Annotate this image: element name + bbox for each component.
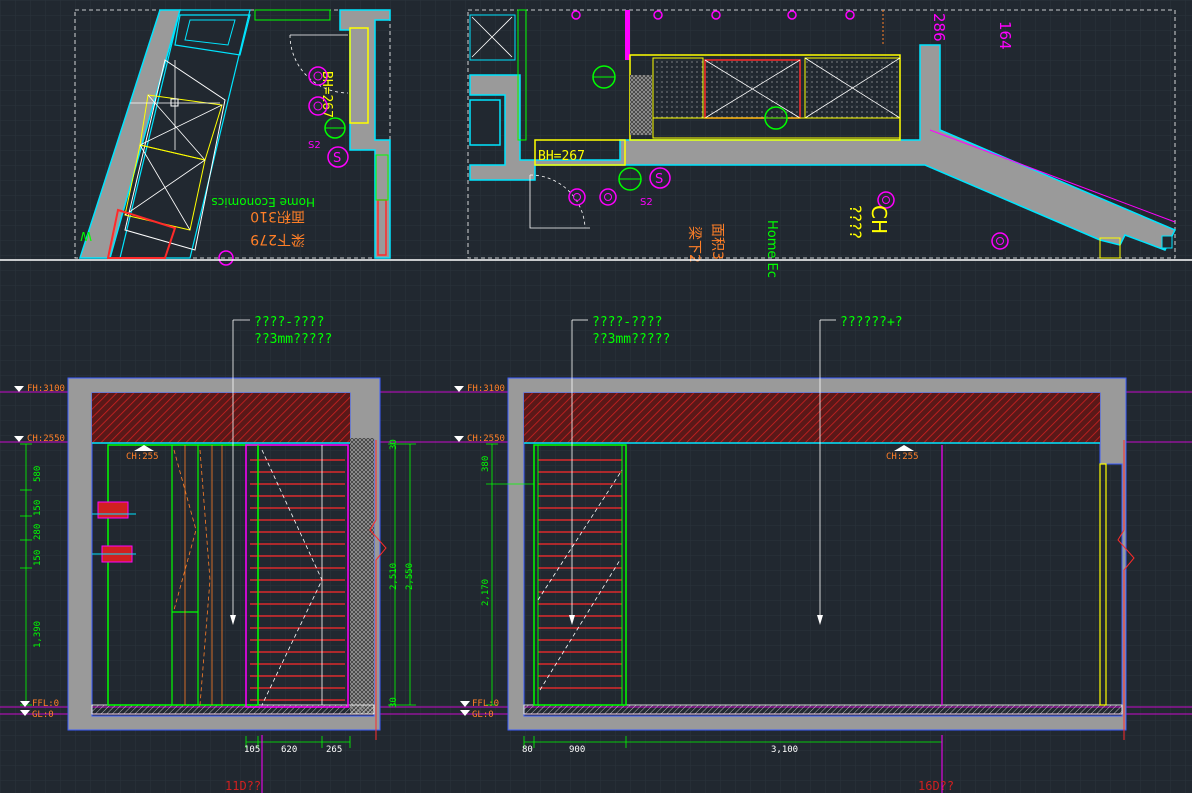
svg-text:380: 380 xyxy=(481,456,491,472)
svg-text:????-????: ????-???? xyxy=(254,315,324,330)
svg-text:2,170: 2,170 xyxy=(481,579,491,606)
svg-text:900: 900 xyxy=(569,745,585,755)
svg-text:????-????: ????-???? xyxy=(592,315,662,330)
svg-text:????: ???? xyxy=(846,205,865,239)
bottom-dim-labels: 105 620 265 xyxy=(244,745,342,755)
ceiling-void xyxy=(92,393,350,443)
svg-text:CH:255: CH:255 xyxy=(886,452,919,462)
cad-drawing-canvas[interactable]: BH=267 S S2 梁下279 面积310 Home Economics W xyxy=(0,0,1192,793)
svg-text:265: 265 xyxy=(326,745,342,755)
svg-text:150: 150 xyxy=(33,500,43,516)
bh-label-mid: BH=267 xyxy=(538,149,585,164)
section-marker-right: 16D?? xyxy=(918,779,954,793)
floor-hatch xyxy=(523,704,1123,715)
svg-text:GL:0: GL:0 xyxy=(472,710,494,720)
svg-text:620: 620 xyxy=(281,745,297,755)
svg-text:??3mm?????: ??3mm????? xyxy=(254,332,332,347)
svg-text:3,100: 3,100 xyxy=(771,745,798,755)
w-mark: W xyxy=(80,229,92,243)
wall-section-hatch xyxy=(350,438,374,714)
dim-164-label: 164 xyxy=(996,21,1014,50)
smoke-detector-label: S xyxy=(655,172,663,187)
svg-text:1,390: 1,390 xyxy=(33,621,43,648)
section-marker-left: 11D?? xyxy=(225,779,261,793)
svg-text:150: 150 xyxy=(33,550,43,566)
svg-text:FFL:0: FFL:0 xyxy=(32,699,59,709)
svg-text:30: 30 xyxy=(389,439,399,450)
svg-text:梁下2: 梁下2 xyxy=(686,226,702,263)
svg-text:FH:3100: FH:3100 xyxy=(467,384,505,394)
smoke-detector-label: S xyxy=(333,151,341,166)
svg-text:80: 80 xyxy=(522,745,533,755)
svg-text:GL:0: GL:0 xyxy=(32,710,54,720)
svg-text:30: 30 xyxy=(389,697,399,708)
svg-text:280: 280 xyxy=(33,524,43,540)
svg-text:Home Ec: Home Ec xyxy=(764,220,779,278)
svg-text:CH:2550: CH:2550 xyxy=(467,434,505,444)
dim-286-label: 286 xyxy=(930,13,948,42)
s2-label-left: S2 xyxy=(308,140,321,151)
svg-text:面积310: 面积310 xyxy=(250,208,305,224)
ceiling-void xyxy=(524,393,1100,443)
svg-text:CH:2550: CH:2550 xyxy=(27,434,65,444)
svg-text:FH:3100: FH:3100 xyxy=(27,384,65,394)
svg-text:梁下279: 梁下279 xyxy=(250,231,305,247)
svg-text:CH:255: CH:255 xyxy=(126,452,159,462)
svg-text:FFL:0: FFL:0 xyxy=(472,699,499,709)
svg-text:2,510: 2,510 xyxy=(389,563,399,590)
svg-text:2,550: 2,550 xyxy=(405,563,415,590)
shelving-unit xyxy=(250,459,345,701)
svg-text:面积3: 面积3 xyxy=(709,223,725,260)
svg-text:CH: CH xyxy=(867,205,891,234)
svg-text:105: 105 xyxy=(244,745,260,755)
svg-text:??3mm?????: ??3mm????? xyxy=(592,332,670,347)
s2-label-right: S2 xyxy=(640,197,653,208)
svg-text:??????+?: ??????+? xyxy=(840,315,903,330)
svg-text:580: 580 xyxy=(33,466,43,482)
svg-text:Home Economics: Home Economics xyxy=(211,195,315,209)
